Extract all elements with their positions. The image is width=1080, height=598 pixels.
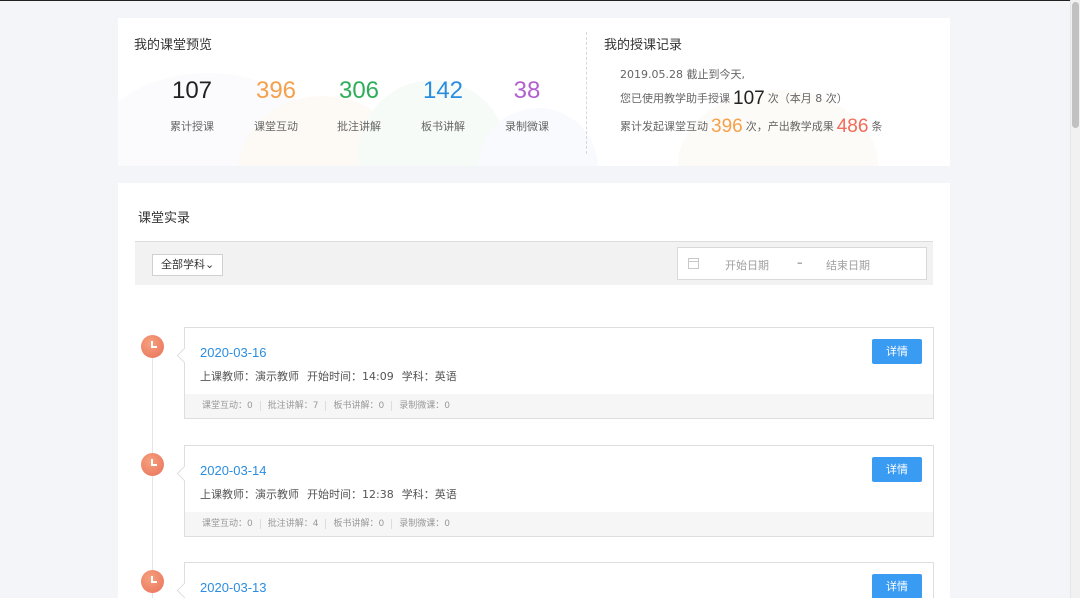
record-text: 您已使用教学助手授课	[620, 92, 730, 105]
subject-select[interactable]: 全部学科⌄	[152, 254, 224, 276]
record-info: 上课教师：演示教师 开始时间：12:38 学科：英语	[200, 486, 465, 502]
teaching-record-title: 我的授课记录	[604, 38, 683, 53]
stat-value: 142	[422, 77, 464, 104]
record-stats: 课堂互动：0 批注讲解：4 板书讲解：0 录制微课：0	[185, 512, 933, 536]
record-item: 2020-03-16 上课教师：演示教师 开始时间：14:09 学科：英语 课堂互动…	[184, 327, 934, 419]
clock-icon	[141, 570, 164, 593]
record-info: 上课教师：演示教师 开始时间：14:09 学科：英语	[200, 368, 465, 384]
clock-icon	[141, 335, 164, 358]
stat-label: 课堂互动	[254, 120, 298, 133]
stat-value: 38	[513, 77, 541, 104]
record-start-time: 开始时间：12:38	[307, 488, 394, 501]
record-text: 累计发起课堂互动	[620, 120, 708, 133]
class-records-title: 课堂实录	[138, 211, 191, 226]
overview-card: 我的课堂预览 107 累计授课 396 课堂互动 306 批注讲解 142 板书…	[118, 18, 950, 166]
detail-button[interactable]: 详情	[872, 339, 922, 364]
stat-total-lessons: 107 累计授课	[150, 76, 234, 134]
stat-value: 306	[338, 77, 380, 104]
start-date-input[interactable]: 开始日期	[725, 257, 769, 273]
class-records-card: 课堂实录 全部学科⌄ 开始日期 – 结束日期 2020-03-16 上课教师：演…	[118, 183, 950, 598]
record-item: 2020-03-14 上课教师：演示教师 开始时间：12:38 学科：英语 课堂互动…	[184, 445, 934, 537]
record-start-time: 开始时间：14:09	[307, 370, 394, 383]
record-subject: 学科：英语	[401, 488, 457, 501]
clock-icon	[141, 453, 164, 476]
stat-blackboard: 142 板书讲解	[401, 76, 485, 134]
stat-label: 批注讲解	[337, 120, 381, 133]
divider	[586, 32, 587, 154]
stat-annotation: 306 批注讲解	[317, 76, 401, 134]
detail-button[interactable]: 详情	[872, 457, 922, 482]
stat-label: 累计授课	[170, 120, 214, 133]
date-range-picker[interactable]: 开始日期 – 结束日期	[677, 247, 927, 280]
stat-micro-lesson: 38 录制微课	[485, 76, 569, 134]
record-stat: 录制微课：0	[391, 519, 457, 529]
record-stat: 课堂互动：0	[202, 401, 253, 411]
record-stat: 批注讲解：7	[259, 401, 326, 411]
date-separator: –	[797, 256, 803, 269]
stat-value: 396	[255, 77, 297, 104]
record-stat: 批注讲解：4	[259, 519, 326, 529]
record-stat: 板书讲解：0	[325, 401, 392, 411]
scrollbar[interactable]	[1070, 0, 1080, 598]
record-stat: 录制微课：0	[391, 401, 457, 411]
scrollbar-thumb[interactable]	[1072, 2, 1079, 128]
detail-button[interactable]: 详情	[872, 574, 922, 598]
calendar-icon	[688, 258, 699, 269]
record-output-count: 486	[836, 116, 869, 137]
subject-select-value: 全部学科	[161, 258, 205, 271]
record-since-text: 2019.05.28 截止到今天,	[620, 68, 745, 81]
record-stat: 课堂互动：0	[202, 519, 253, 529]
stat-label: 录制微课	[505, 120, 549, 133]
record-date-link[interactable]: 2020-03-14	[200, 463, 267, 478]
end-date-input[interactable]: 结束日期	[826, 257, 870, 273]
filter-bar: 全部学科⌄ 开始日期 – 结束日期	[135, 241, 933, 285]
chevron-down-icon: ⌄	[205, 258, 215, 271]
record-teacher: 上课教师：演示教师	[200, 370, 299, 383]
record-date-link[interactable]: 2020-03-13	[200, 580, 267, 595]
record-subject: 学科：英语	[401, 370, 457, 383]
stat-value: 107	[171, 77, 213, 104]
overview-title: 我的课堂预览	[134, 38, 213, 53]
window-top-border	[0, 0, 1080, 1]
record-interaction-line: 累计发起课堂互动 396 次，产出教学成果 486 条	[620, 116, 882, 138]
record-stats: 课堂互动：0 批注讲解：7 板书讲解：0 录制微课：0	[185, 394, 933, 418]
stat-class-interaction: 396 课堂互动	[234, 76, 318, 134]
record-stat: 板书讲解：0	[325, 519, 392, 529]
record-text: 条	[871, 120, 883, 133]
record-date-link[interactable]: 2020-03-16	[200, 345, 267, 360]
record-interaction-count: 396	[711, 116, 743, 137]
record-teacher: 上课教师：演示教师	[200, 488, 299, 501]
record-lesson-count: 107	[733, 88, 765, 109]
record-lesson-count-line: 您已使用教学助手授课 107 次（本月 8 次）	[620, 88, 848, 110]
record-text: 次（本月 8 次）	[767, 92, 848, 105]
record-item: 2020-03-13 详情	[184, 562, 934, 598]
record-text: 次，产出教学成果	[745, 120, 834, 133]
stat-label: 板书讲解	[421, 120, 465, 133]
